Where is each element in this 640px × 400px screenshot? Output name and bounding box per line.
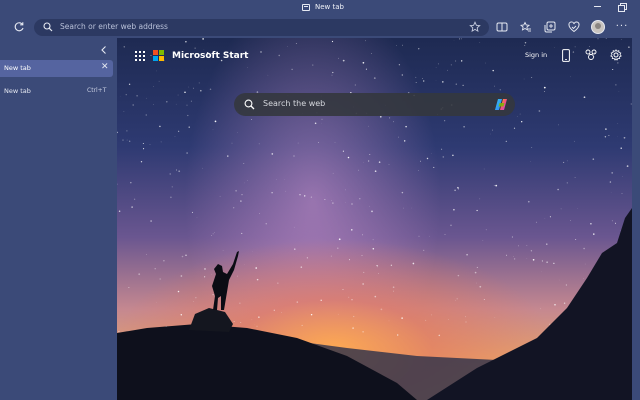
close-tab-icon[interactable]: ✕ — [101, 62, 109, 72]
more-icon[interactable]: ··· — [615, 20, 629, 34]
collections-icon[interactable] — [543, 20, 557, 34]
rewards-icon[interactable] — [585, 48, 597, 62]
refresh-icon[interactable] — [13, 21, 25, 33]
new-tab-button[interactable]: New tab Ctrl+T — [0, 85, 113, 99]
search-icon — [244, 99, 255, 110]
favorites-icon[interactable] — [519, 20, 533, 34]
sign-in-button[interactable]: Sign in — [525, 51, 547, 59]
profile-avatar-wrap[interactable] — [591, 20, 605, 34]
new-tab-label: New tab — [4, 87, 31, 95]
minimize-icon[interactable] — [594, 6, 601, 7]
web-search-box[interactable]: Search the web — [234, 93, 515, 116]
profile-avatar[interactable] — [591, 20, 605, 34]
phone-icon[interactable] — [560, 48, 572, 62]
page-scrollbar[interactable] — [632, 38, 640, 400]
toolbar: Search or enter web address ··· — [0, 16, 640, 38]
vertical-tabs-pane: New tab ✕ New tab Ctrl+T — [0, 38, 117, 400]
tab-label: New tab — [4, 64, 31, 72]
apps-grid-icon[interactable] — [135, 50, 145, 61]
search-placeholder: Search the web — [263, 99, 326, 108]
brand-name[interactable]: Microsoft Start — [172, 51, 249, 61]
tab-icon — [302, 3, 310, 11]
microsoft-logo-icon — [153, 50, 164, 61]
new-tab-shortcut: Ctrl+T — [87, 87, 107, 94]
tab-new-tab[interactable]: New tab ✕ — [0, 60, 113, 77]
collapse-chevron-icon[interactable] — [99, 45, 109, 55]
restore-icon[interactable] — [618, 3, 627, 12]
title-bar: New tab — [0, 0, 640, 16]
browser-essentials-icon[interactable] — [567, 20, 581, 34]
search-icon — [43, 22, 53, 32]
split-screen-icon[interactable] — [495, 20, 509, 34]
settings-gear-icon[interactable] — [610, 48, 623, 62]
toolbar-icons: ··· — [495, 18, 629, 36]
window-title-group: New tab — [302, 3, 344, 11]
address-placeholder: Search or enter web address — [60, 22, 168, 31]
window-title: New tab — [315, 3, 344, 11]
address-bar[interactable]: Search or enter web address — [34, 19, 489, 36]
new-tab-page: Microsoft Start Sign in Search the web — [117, 38, 632, 400]
favorite-star-icon[interactable] — [469, 21, 481, 33]
copilot-icon[interactable] — [494, 98, 508, 111]
page-actions: Sign in — [525, 48, 623, 62]
brand-group: Microsoft Start — [135, 50, 249, 61]
